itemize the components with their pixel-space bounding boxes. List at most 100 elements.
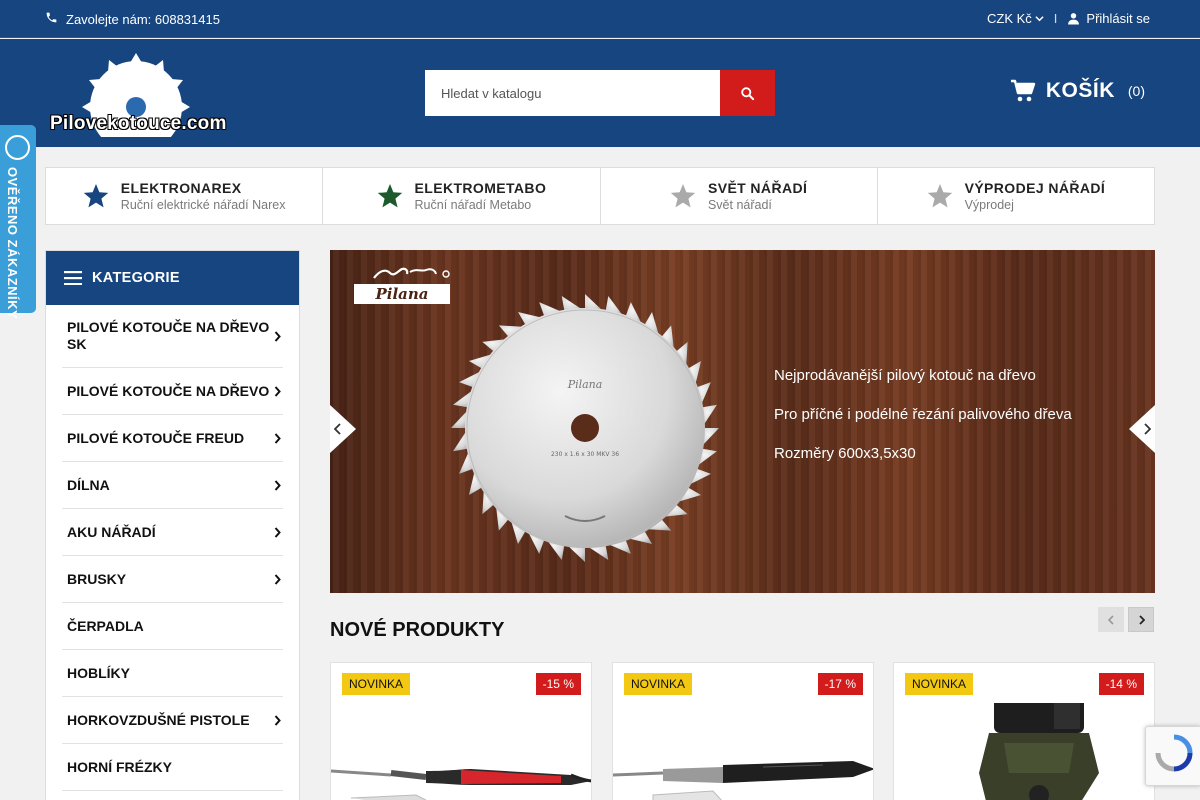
category-item[interactable]: AKU NÁŘADÍ <box>62 509 283 556</box>
category-item[interactable]: PILOVÉ KOTOUČE NA DŘEVO <box>62 368 283 415</box>
recaptcha-icon <box>1155 734 1193 772</box>
chevron-right-icon <box>274 432 281 444</box>
brand-title: ELEKTROMETABO <box>414 180 547 196</box>
category-label: BRUSKY <box>67 570 127 587</box>
new-badge: NOVINKA <box>905 673 974 695</box>
cordless-tool-image <box>979 703 1099 800</box>
category-label: PILOVÉ KOTOUČE NA DŘEVO SK <box>67 319 270 352</box>
brand-links: ELEKTRONAREX Ruční elektrické nářadí Nare… <box>45 167 1155 225</box>
category-item[interactable]: HORNÍ FRÉZKY <box>62 744 283 791</box>
pilana-logo-text: Pilana <box>374 285 428 303</box>
star-icon <box>927 183 952 207</box>
phone-contact[interactable]: Zavolejte nám: 608831415 <box>45 11 220 27</box>
category-label: PILOVÉ KOTOUČE NA DŘEVO <box>67 382 270 399</box>
phone-icon <box>45 11 58 27</box>
category-title: KATEGORIE <box>92 270 180 286</box>
star-icon <box>670 183 696 207</box>
product-card-3[interactable]: NOVINKA -14 % <box>893 662 1155 800</box>
new-products-title: NOVÉ PRODUKTY <box>330 619 505 641</box>
category-item[interactable]: HORKOVZDUŠNÉ PISTOLE <box>62 697 283 744</box>
cart-count: (0) <box>1127 83 1145 99</box>
currency-label: CZK Kč <box>987 11 1032 26</box>
pilana-logo: Pilana <box>352 264 452 311</box>
star-icon <box>83 183 109 207</box>
header: Pilovekotouce.com KOŠÍK (0) <box>0 39 1200 153</box>
chevron-right-icon <box>274 573 281 585</box>
chevron-right-icon <box>274 330 281 342</box>
topbar-separator: I <box>1053 11 1058 26</box>
products-prev-button[interactable] <box>1098 607 1124 632</box>
site-logo[interactable]: Pilovekotouce.com <box>48 51 228 153</box>
currency-select[interactable]: CZK Kč <box>987 11 1044 26</box>
category-menu: KATEGORIE PILOVÉ KOTOUČE NA DŘEVO SK PILO… <box>45 250 300 800</box>
category-label: DÍLNA <box>67 476 110 493</box>
chevron-right-icon <box>274 479 281 491</box>
search-button[interactable] <box>720 70 775 116</box>
svg-text:Pilana: Pilana <box>567 378 603 391</box>
saw-blade-image: Pilana 230 x 1.6 x 30 MKV 36 <box>451 294 719 562</box>
brand-link-3[interactable]: SVĚT NÁŘADÍ Svět nářadí <box>601 168 878 224</box>
chevron-right-icon <box>1144 423 1151 435</box>
brand-title: ELEKTRONAREX <box>120 180 242 196</box>
phone-label: Zavolejte nám: 608831415 <box>66 11 220 27</box>
cart-button[interactable]: KOŠÍK (0) <box>1010 79 1145 103</box>
chevron-right-icon <box>274 714 281 726</box>
discount-badge: -15 % <box>535 673 581 695</box>
badge-text: OVĚŘENO ZÁKAZNÍKY <box>5 167 20 320</box>
slide-caption-1: Nejprodávanější pilový kotouč na dřevo <box>774 367 1036 384</box>
category-label: AKU NÁŘADÍ <box>67 523 156 540</box>
verified-seal-icon <box>5 135 30 160</box>
recaptcha-badge[interactable] <box>1145 726 1200 786</box>
product-card-1[interactable]: NOVINKA -15 % <box>330 662 592 800</box>
svg-text:230 x 1.6 x 30 MKV 36: 230 x 1.6 x 30 MKV 36 <box>551 451 619 458</box>
cart-label: KOŠÍK <box>1045 79 1115 102</box>
chevron-left-icon <box>334 423 341 435</box>
discount-badge: -17 % <box>817 673 863 695</box>
new-badge: NOVINKA <box>342 673 411 695</box>
search-icon <box>741 86 755 100</box>
brand-link-1[interactable]: ELEKTRONAREX Ruční elektrické nářadí Nare… <box>46 168 324 224</box>
search-input[interactable] <box>425 70 720 116</box>
category-label: ČERPADLA <box>67 617 144 634</box>
login-label: Přihlásit se <box>1086 11 1150 26</box>
category-item[interactable]: DÍLNA <box>62 462 283 509</box>
product-card-2[interactable]: NOVINKA -17 % <box>612 662 874 800</box>
star-icon <box>377 183 402 207</box>
login-link[interactable]: Přihlásit se <box>1067 11 1150 26</box>
soldering-iron-image <box>331 769 591 800</box>
soldering-iron-image <box>613 761 873 800</box>
chevron-right-icon <box>1138 614 1145 625</box>
discount-badge: -14 % <box>1098 673 1144 695</box>
cart-icon <box>1010 79 1036 102</box>
brand-link-2[interactable]: ELEKTROMETABO Ruční nářadí Metabo <box>323 168 601 224</box>
category-label: HORKOVZDUŠNÉ PISTOLE <box>67 711 250 728</box>
category-item[interactable]: PILOVÉ KOTOUČE NA DŘEVO SK <box>62 305 283 368</box>
category-label: HORNÍ FRÉZKY <box>67 758 172 775</box>
brand-subtitle: Ruční nářadí Metabo <box>414 198 532 212</box>
menu-icon <box>64 271 82 285</box>
brand-subtitle: Svět nářadí <box>707 198 772 212</box>
chevron-left-icon <box>1107 614 1114 625</box>
search-form <box>425 70 775 116</box>
products-next-button[interactable] <box>1128 607 1154 632</box>
category-item[interactable]: ČERPADLA <box>62 603 283 650</box>
chevron-right-icon <box>274 385 281 397</box>
category-label: HOBLÍKY <box>67 664 130 681</box>
brand-link-4[interactable]: VÝPRODEJ NÁŘADÍ Výprodej <box>878 168 1154 224</box>
category-header[interactable]: KATEGORIE <box>46 251 299 305</box>
brand-title: VÝPRODEJ NÁŘADÍ <box>964 180 1106 196</box>
category-label: PILOVÉ KOTOUČE FREUD <box>67 429 245 446</box>
hero-slider[interactable]: Pilana Pilana 230 x 1.6 x 30 MKV 36 Nejp… <box>330 250 1155 593</box>
chevron-right-icon <box>274 526 281 538</box>
brand-title: SVĚT NÁŘADÍ <box>707 180 808 196</box>
category-item[interactable]: BRUSKY <box>62 556 283 603</box>
new-badge: NOVINKA <box>624 673 693 695</box>
category-item[interactable]: PILOVÉ KOTOUČE FREUD <box>62 415 283 462</box>
brand-subtitle: Výprodej <box>964 198 1014 212</box>
brand-subtitle: Ruční elektrické nářadí Narex <box>120 198 286 212</box>
top-bar: Zavolejte nám: 608831415 CZK Kč I Přihlá… <box>0 0 1200 38</box>
new-products-nav <box>1098 607 1154 632</box>
category-item[interactable]: HOBLÍKY <box>62 650 283 697</box>
slide-caption-2: Pro příčné i podélné řezání palivového d… <box>774 406 1072 423</box>
verified-customers-badge[interactable]: OVĚŘENO ZÁKAZNÍKY <box>0 125 36 319</box>
